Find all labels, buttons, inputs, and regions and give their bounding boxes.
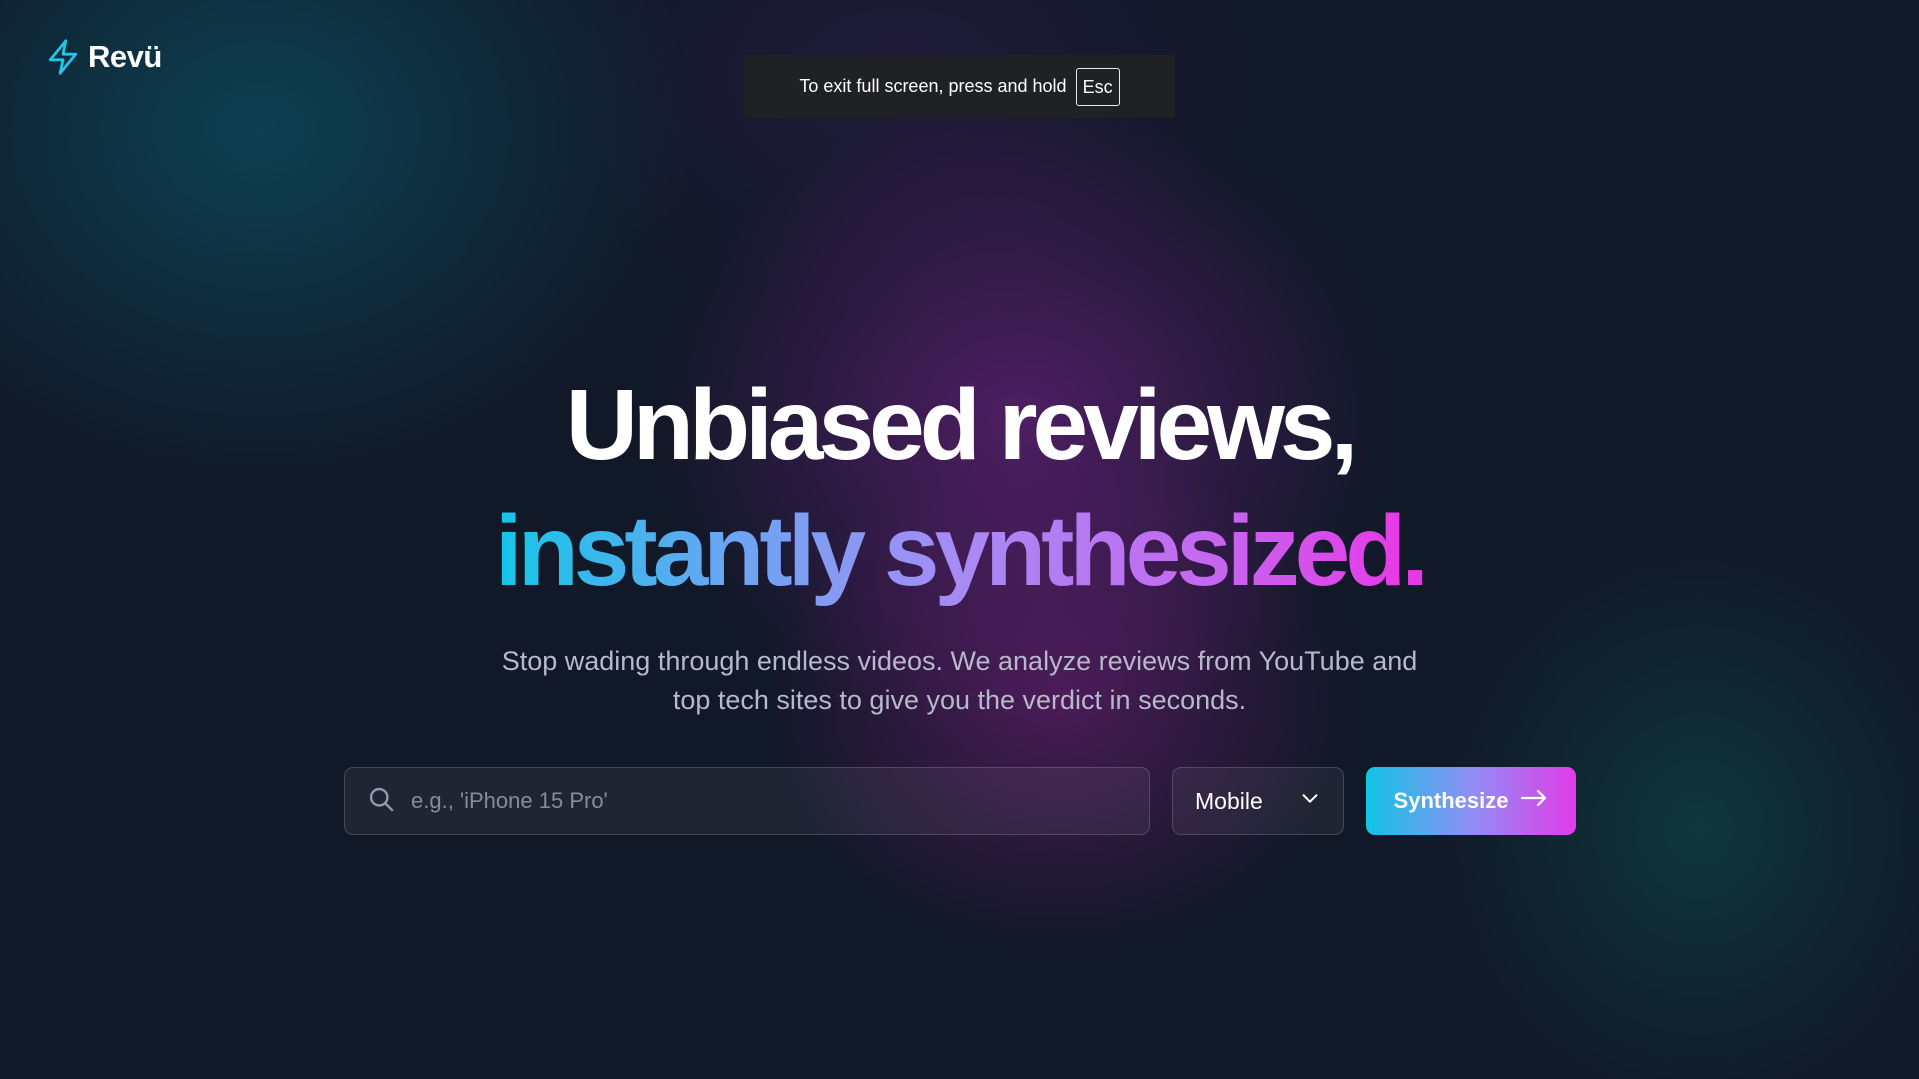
brand-name: Revü	[88, 39, 162, 74]
synthesize-label: Synthesize	[1393, 788, 1509, 813]
category-selected-value: Mobile	[1195, 787, 1263, 814]
search-form: Mobile Synthesize	[344, 767, 1576, 835]
search-input[interactable]	[411, 768, 1149, 834]
category-dropdown[interactable]: Mobile	[1172, 767, 1344, 835]
lightning-bolt-icon	[46, 38, 80, 76]
hero-subtitle: Stop wading through endless videos. We a…	[0, 642, 1919, 720]
fullscreen-notice: To exit full screen, press and hold Esc	[744, 55, 1175, 118]
synthesize-button[interactable]: Synthesize	[1366, 767, 1576, 835]
esc-key-badge: Esc	[1075, 67, 1120, 106]
headline-line-2: instantly synthesized.	[495, 488, 1429, 614]
arrow-right-icon	[1520, 787, 1548, 815]
chevron-down-icon	[1299, 787, 1321, 815]
fullscreen-notice-text: To exit full screen, press and hold	[799, 76, 1067, 96]
hero-headline: Unbiased reviews, instantly synthesized.	[0, 362, 1919, 614]
search-box[interactable]	[344, 767, 1150, 835]
hero-section: Unbiased reviews, instantly synthesized.…	[0, 362, 1919, 720]
headline-line-1: Unbiased reviews,	[565, 369, 1359, 481]
subtitle-line-1: Stop wading through endless videos. We a…	[501, 646, 1418, 676]
subtitle-line-2: top tech sites to give you the verdict i…	[672, 685, 1247, 715]
search-icon	[367, 785, 395, 818]
brand-logo[interactable]: Revü	[46, 38, 162, 76]
